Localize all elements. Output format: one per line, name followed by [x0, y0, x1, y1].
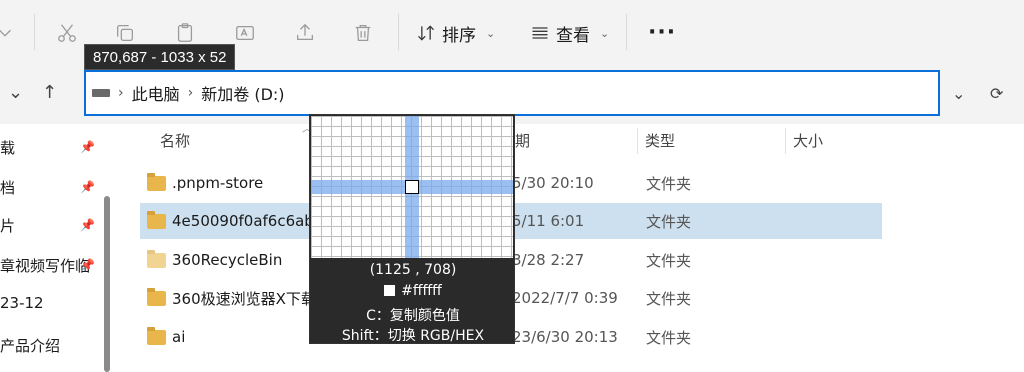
- nav-item-downloads[interactable]: 载 📌: [0, 128, 100, 166]
- file-type: 文件夹: [646, 174, 692, 193]
- drive-icon: [92, 89, 110, 97]
- pin-icon: 📌: [80, 140, 95, 154]
- folder-icon: [147, 326, 166, 345]
- nav-item-label: 23-12: [0, 294, 44, 312]
- column-header-date[interactable]: 期: [515, 130, 530, 151]
- file-type: 文件夹: [646, 289, 692, 308]
- nav-item-label: 产品介绍: [0, 336, 61, 355]
- file-date: 2022/7/7 0:39: [512, 289, 618, 307]
- view-label: 查看: [556, 25, 590, 46]
- file-date: 3/28 2:27: [512, 251, 585, 269]
- crosshair-center-pixel: [405, 180, 419, 194]
- file-name: 360极速浏览器X下载: [172, 289, 316, 308]
- file-name: 4e50090f0af6c6ab8: [172, 212, 324, 230]
- nav-item-pictures[interactable]: 片 📌: [0, 206, 100, 244]
- folder-icon: [147, 172, 166, 191]
- column-header-name[interactable]: 名称: [160, 130, 190, 151]
- cursor-coordinates: (1125 , 708): [369, 262, 457, 278]
- chevron-down-icon[interactable]: [0, 20, 18, 46]
- rename-icon[interactable]: [232, 20, 258, 46]
- selection-size-tooltip: 870,687 - 1033 x 52: [84, 44, 236, 70]
- paste-icon[interactable]: [172, 20, 198, 46]
- nav-item-documents[interactable]: 档 📌: [0, 168, 100, 206]
- nav-item-product-intro[interactable]: 产品介绍: [0, 326, 100, 364]
- folder-icon: [147, 249, 166, 268]
- magnified-pixel-grid: [311, 116, 513, 258]
- file-date: 5/11 6:01: [512, 212, 585, 230]
- breadcrumb-drive-d[interactable]: 新加卷 (D:): [201, 81, 284, 105]
- nav-item-label: 章视频写作临: [0, 256, 91, 275]
- color-swatch: [384, 285, 396, 296]
- address-history-chevron-icon[interactable]: ⌄: [952, 84, 965, 103]
- chevron-right-icon[interactable]: ›: [118, 85, 124, 101]
- pin-icon: 📌: [80, 258, 95, 272]
- view-list-icon: [532, 27, 548, 39]
- switch-format-hint: Shift：切换 RGB/HEX: [341, 328, 485, 344]
- file-name: 360RecycleBin: [172, 251, 283, 269]
- copy-hint: C：复制颜色值: [366, 308, 460, 324]
- folder-icon: [147, 210, 166, 229]
- file-date: 5/30 20:10: [512, 174, 594, 192]
- sort-icon: [418, 25, 434, 41]
- navigation-pane: 载 📌 档 📌 片 📌 章视频写作临 📌 23-12 产品介绍: [0, 124, 112, 372]
- pin-icon: 📌: [80, 180, 95, 194]
- more-options-button[interactable]: ···: [648, 20, 676, 45]
- up-arrow-icon[interactable]: ↑: [42, 82, 57, 103]
- toolbar-divider: [34, 14, 35, 50]
- sort-button[interactable]: 排序 ⌄: [416, 20, 495, 46]
- chevron-down-icon: ⌄: [486, 26, 496, 40]
- nav-item-label: 片: [0, 216, 16, 235]
- recent-locations-chevron-icon[interactable]: ⌄: [8, 82, 23, 103]
- nav-item-writing[interactable]: 章视频写作临 📌: [0, 246, 100, 284]
- nav-item-2023-12[interactable]: 23-12: [0, 284, 100, 322]
- column-header-type[interactable]: 类型: [645, 130, 675, 151]
- copy-icon[interactable]: [112, 20, 138, 46]
- address-bar[interactable]: › 此电脑 › 新加卷 (D:): [84, 70, 940, 116]
- chevron-right-icon[interactable]: ›: [188, 85, 194, 101]
- scrollbar-thumb[interactable]: [104, 196, 110, 372]
- column-header-size[interactable]: 大小: [793, 130, 823, 151]
- file-name: ai: [172, 328, 186, 346]
- toolbar-divider: [398, 14, 399, 50]
- file-type: 文件夹: [646, 328, 692, 347]
- chevron-down-icon: ⌄: [600, 26, 610, 40]
- cut-icon[interactable]: [54, 20, 80, 46]
- pin-icon: 📌: [80, 218, 95, 232]
- file-type: 文件夹: [646, 251, 692, 270]
- color-hex-value: #ffffff: [401, 283, 442, 299]
- nav-item-label: 载: [0, 138, 16, 157]
- view-button[interactable]: 查看 ⌄: [530, 20, 609, 46]
- color-picker-magnifier: (1125 , 708) #ffffff C：复制颜色值 Shift：切换 RG…: [309, 114, 515, 344]
- column-divider[interactable]: [637, 128, 638, 154]
- refresh-icon[interactable]: ⟳: [990, 84, 1003, 103]
- toolbar-divider: [626, 14, 627, 50]
- file-name: .pnpm-store: [172, 174, 264, 192]
- column-divider[interactable]: [785, 128, 786, 154]
- folder-icon: [147, 287, 166, 306]
- nav-item-label: 档: [0, 178, 16, 197]
- color-value-line: #ffffff: [310, 283, 516, 299]
- file-date: 23/6/30 20:13: [512, 328, 618, 346]
- file-type: 文件夹: [646, 212, 692, 231]
- delete-icon[interactable]: [350, 20, 376, 46]
- breadcrumb-this-pc[interactable]: 此电脑: [132, 81, 180, 105]
- sort-label: 排序: [442, 25, 476, 46]
- share-icon[interactable]: [292, 20, 318, 46]
